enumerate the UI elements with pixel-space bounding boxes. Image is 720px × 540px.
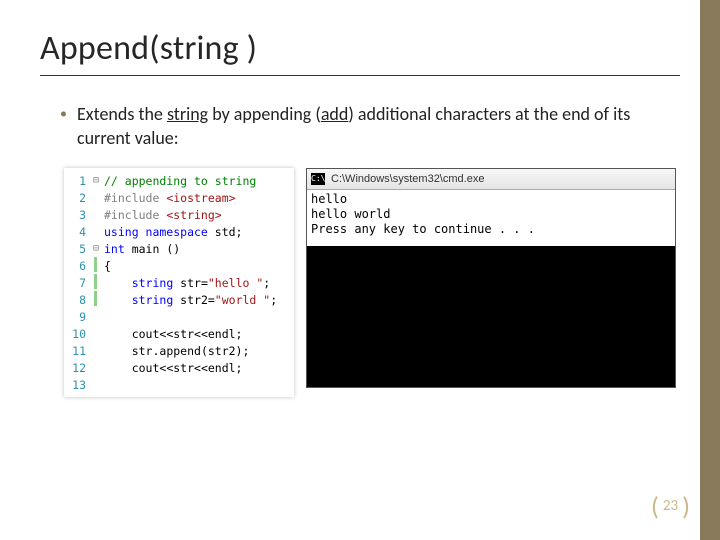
bullet-dot-icon: •	[60, 102, 67, 126]
bullet-item: • Extends the string by appending (add) …	[60, 102, 680, 150]
slide-body: Append(string ) • Extends the string by …	[0, 0, 720, 397]
console-output: hello hello world Press any key to conti…	[307, 190, 675, 247]
code-line: 9	[64, 308, 294, 325]
code-line: 6{	[64, 257, 294, 274]
code-line: 10 cout<<str<<endl;	[64, 325, 294, 342]
code-editor: 1⊟// appending to string 2#include <iost…	[64, 168, 294, 397]
code-line: 1⊟// appending to string	[64, 172, 294, 189]
console-window: C:\ C:\Windows\system32\cmd.exe hello he…	[306, 168, 676, 397]
code-line: 13	[64, 376, 294, 393]
code-line: 7 string str="hello ";	[64, 274, 294, 291]
paren-right-icon: )	[682, 490, 690, 522]
console-title: C:\Windows\system32\cmd.exe	[331, 173, 484, 185]
code-line: 3#include <string>	[64, 206, 294, 223]
accent-stripe	[700, 0, 720, 540]
code-line: 11 str.append(str2);	[64, 342, 294, 359]
code-line: 2#include <iostream>	[64, 189, 294, 206]
content-row: 1⊟// appending to string 2#include <iost…	[64, 168, 680, 397]
console-titlebar: C:\ C:\Windows\system32\cmd.exe	[307, 169, 675, 190]
console-black-area	[307, 247, 675, 387]
code-line: 12 cout<<str<<endl;	[64, 359, 294, 376]
bullet-text: Extends the string by appending (add) ad…	[77, 102, 667, 150]
code-line: 5⊟int main ()	[64, 240, 294, 257]
cmd-icon: C:\	[311, 173, 325, 185]
code-line: 8 string str2="world ";	[64, 291, 294, 308]
slide-title: Append(string )	[40, 28, 680, 69]
paren-left-icon: (	[651, 490, 659, 522]
page-number-badge: ( 23 )	[651, 490, 690, 522]
page-number: 23	[663, 497, 678, 515]
code-line: 4using namespace std;	[64, 223, 294, 240]
title-underline	[40, 75, 680, 76]
